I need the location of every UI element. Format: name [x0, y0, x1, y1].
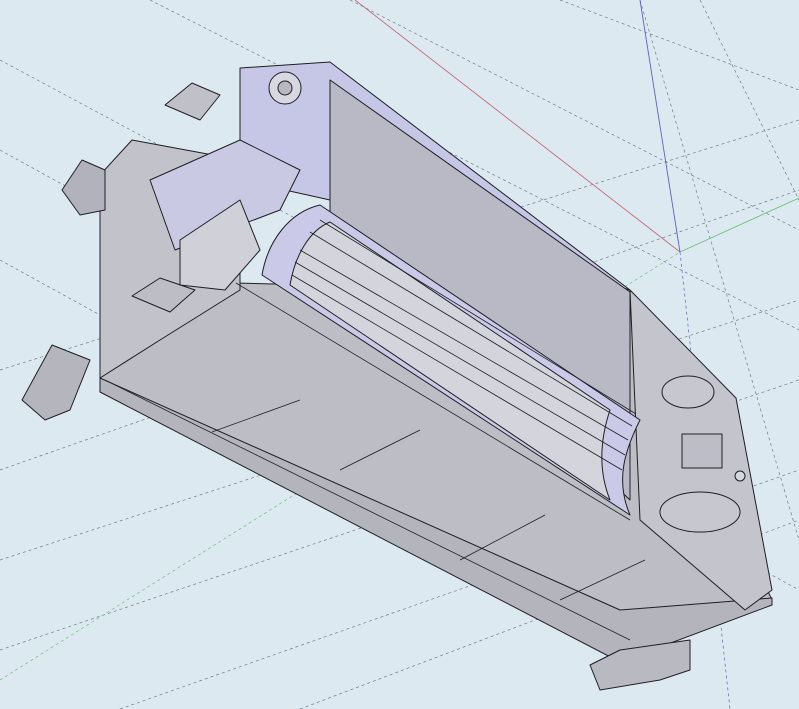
right-port-bottom — [659, 491, 741, 533]
top-left-flap — [164, 82, 221, 121]
green-axis — [679, 197, 799, 253]
left-bracket — [61, 159, 106, 216]
modeling-viewport[interactable] — [0, 0, 799, 709]
fan-coil-model[interactable] — [21, 61, 773, 691]
control-box — [681, 433, 723, 469]
right-port-top — [661, 375, 715, 409]
scene-canvas[interactable] — [0, 0, 799, 709]
control-knob — [734, 470, 746, 482]
fan-motor-hub — [277, 80, 293, 96]
left-foot — [21, 344, 91, 421]
blue-axis — [639, 0, 681, 253]
